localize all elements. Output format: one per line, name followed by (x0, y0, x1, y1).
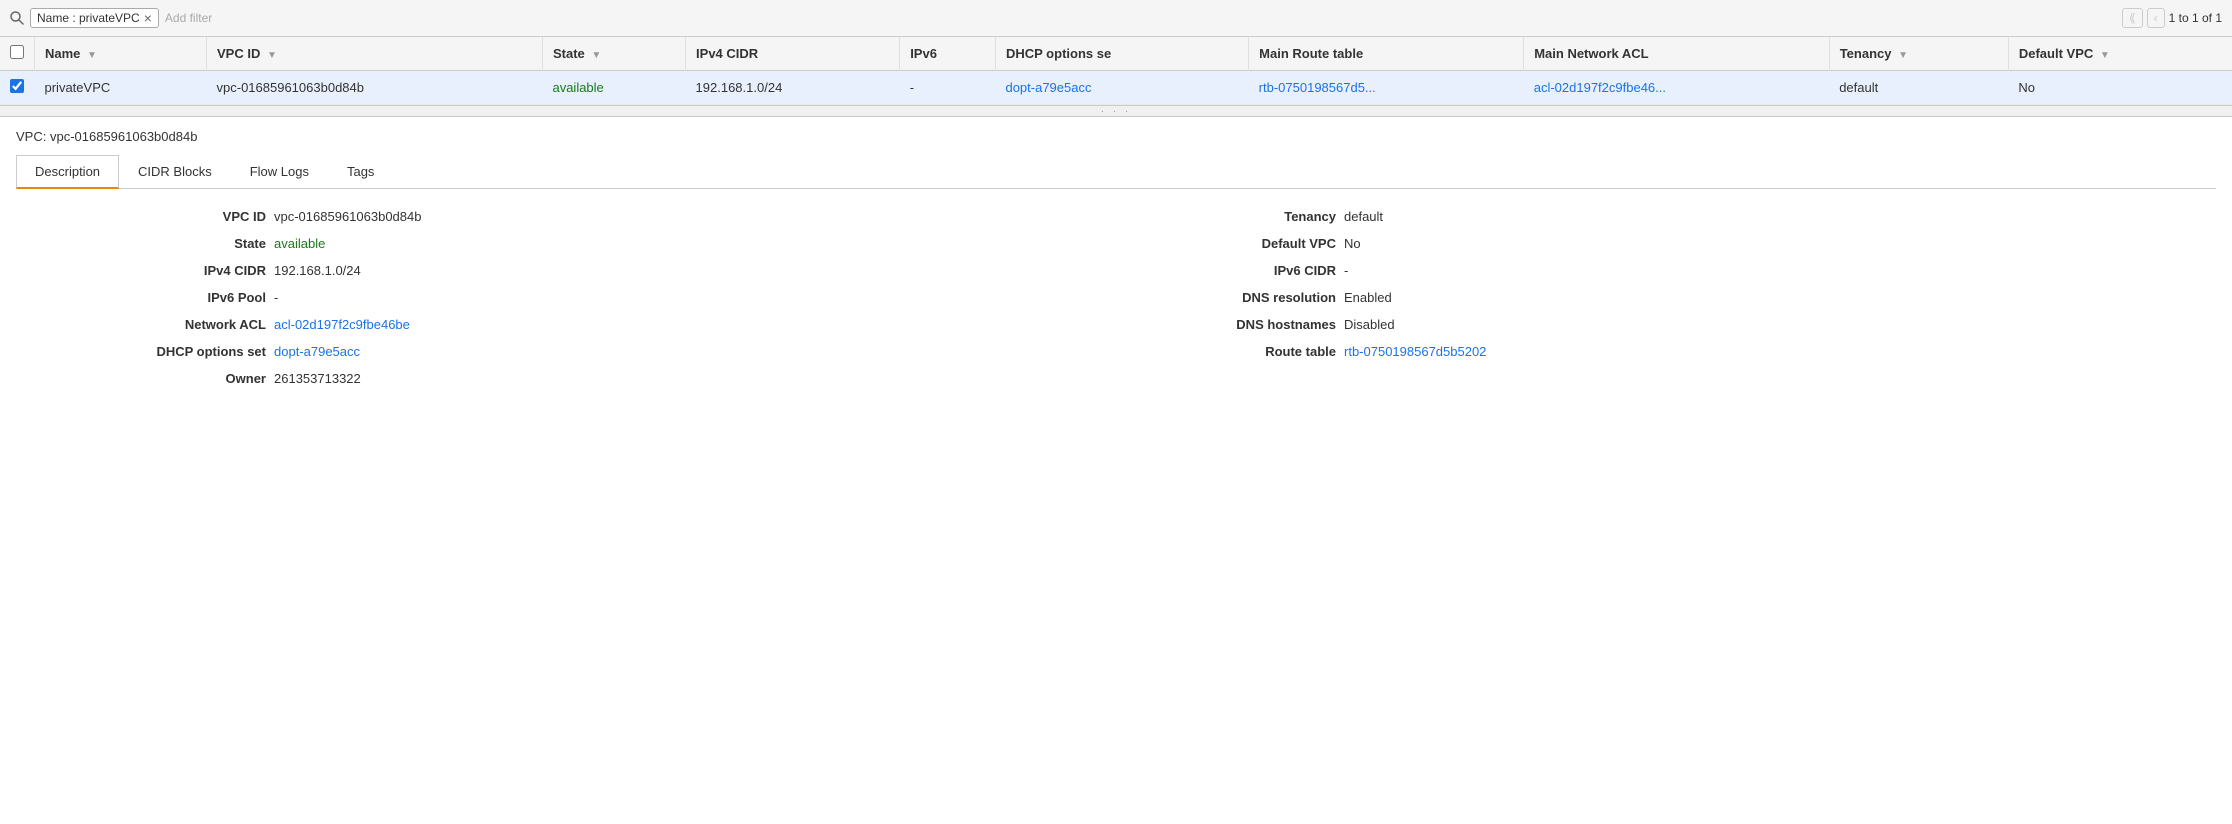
desc-value-default-vpc: No (1344, 236, 1361, 251)
col-header-name[interactable]: Name ▼ (35, 37, 207, 71)
desc-value-vpcid: vpc-01685961063b0d84b (274, 209, 421, 224)
desc-value-network-acl[interactable]: acl-02d197f2c9fbe46be (274, 317, 410, 332)
select-all-header[interactable] (0, 37, 35, 71)
desc-label-ipv6cidr: IPv6 CIDR (1186, 263, 1336, 278)
desc-row-route-table: Route table rtb-0750198567d5b5202 (1186, 344, 2176, 359)
vpc-table: Name ▼ VPC ID ▼ State ▼ IPv4 CIDR IPv6 D… (0, 37, 2232, 105)
first-page-button[interactable]: ⟪ (2122, 8, 2143, 28)
state-sort-icon: ▼ (591, 50, 601, 61)
desc-label-vpcid: VPC ID (116, 209, 266, 224)
description-content: VPC ID vpc-01685961063b0d84b State avail… (16, 189, 2216, 406)
row-main-acl-link[interactable]: acl-02d197f2c9fbe46... (1534, 80, 1666, 95)
divider-dots: · · · (1101, 106, 1132, 117)
desc-label-network-acl: Network ACL (116, 317, 266, 332)
desc-label-route-table: Route table (1186, 344, 1336, 359)
desc-value-ipv4cidr: 192.168.1.0/24 (274, 263, 361, 278)
name-sort-icon: ▼ (87, 50, 97, 61)
desc-value-dns-resolution: Enabled (1344, 290, 1392, 305)
desc-value-owner: 261353713322 (274, 371, 361, 386)
filter-tag: Name : privateVPC × (30, 8, 159, 28)
desc-row-dns-hostnames: DNS hostnames Disabled (1186, 317, 2176, 332)
row-main-route-link[interactable]: rtb-0750198567d5... (1259, 80, 1376, 95)
row-tenancy: default (1829, 71, 2008, 105)
desc-value-ipv6pool: - (274, 290, 278, 305)
row-default-vpc: No (2008, 71, 2232, 105)
desc-value-dhcp-options[interactable]: dopt-a79e5acc (274, 344, 360, 359)
table-row[interactable]: privateVPC vpc-01685961063b0d84b availab… (0, 71, 2232, 105)
row-state: available (542, 71, 685, 105)
desc-label-state: State (116, 236, 266, 251)
detail-vpc-id-value: vpc-01685961063b0d84b (50, 129, 197, 144)
row-main-acl[interactable]: acl-02d197f2c9fbe46... (1524, 71, 1829, 105)
tenancy-sort-icon: ▼ (1898, 50, 1908, 61)
col-header-dhcp: DHCP options se (995, 37, 1248, 71)
desc-row-dhcp-options: DHCP options set dopt-a79e5acc (116, 344, 1106, 359)
col-header-vpcid[interactable]: VPC ID ▼ (207, 37, 543, 71)
desc-label-default-vpc: Default VPC (1186, 236, 1336, 251)
divider-area: · · · (0, 105, 2232, 117)
desc-label-dhcp-options: DHCP options set (116, 344, 266, 359)
desc-row-ipv4cidr: IPv4 CIDR 192.168.1.0/24 (116, 263, 1106, 278)
tab-tags[interactable]: Tags (328, 155, 393, 189)
row-checkbox-cell[interactable] (0, 71, 35, 105)
desc-row-state: State available (116, 236, 1106, 251)
pagination-text: 1 to 1 of 1 (2169, 11, 2222, 25)
col-header-main-route: Main Route table (1249, 37, 1524, 71)
col-header-default-vpc[interactable]: Default VPC ▼ (2008, 37, 2232, 71)
vpcid-sort-icon: ▼ (267, 50, 277, 61)
row-main-route[interactable]: rtb-0750198567d5... (1249, 71, 1524, 105)
desc-row-ipv6cidr: IPv6 CIDR - (1186, 263, 2176, 278)
search-icon (10, 11, 24, 25)
desc-row-vpcid: VPC ID vpc-01685961063b0d84b (116, 209, 1106, 224)
pagination: ⟪ ‹ 1 to 1 of 1 (2122, 8, 2222, 28)
desc-label-ipv6pool: IPv6 Pool (116, 290, 266, 305)
col-header-tenancy[interactable]: Tenancy ▼ (1829, 37, 2008, 71)
desc-row-network-acl: Network ACL acl-02d197f2c9fbe46be (116, 317, 1106, 332)
desc-row-dns-resolution: DNS resolution Enabled (1186, 290, 2176, 305)
desc-row-owner: Owner 261353713322 (116, 371, 1106, 386)
row-dhcp-link[interactable]: dopt-a79e5acc (1005, 80, 1091, 95)
col-header-state[interactable]: State ▼ (542, 37, 685, 71)
desc-label-tenancy: Tenancy (1186, 209, 1336, 224)
detail-tabs: Description CIDR Blocks Flow Logs Tags (16, 154, 2216, 189)
desc-row-default-vpc: Default VPC No (1186, 236, 2176, 251)
row-state-value: available (552, 80, 603, 95)
row-dhcp[interactable]: dopt-a79e5acc (995, 71, 1248, 105)
row-ipv4cidr: 192.168.1.0/24 (686, 71, 900, 105)
desc-left-column: VPC ID vpc-01685961063b0d84b State avail… (16, 209, 1146, 386)
col-header-main-acl: Main Network ACL (1524, 37, 1829, 71)
filter-tag-remove[interactable]: × (144, 11, 152, 25)
tab-flow-logs[interactable]: Flow Logs (231, 155, 328, 189)
desc-value-state: available (274, 236, 325, 251)
desc-right-column: Tenancy default Default VPC No IPv6 CIDR… (1146, 209, 2216, 386)
col-header-ipv4cidr: IPv4 CIDR (686, 37, 900, 71)
table-header-row: Name ▼ VPC ID ▼ State ▼ IPv4 CIDR IPv6 D… (0, 37, 2232, 71)
detail-vpc-label: VPC: (16, 129, 46, 144)
desc-label-dns-hostnames: DNS hostnames (1186, 317, 1336, 332)
col-header-ipv6: IPv6 (900, 37, 996, 71)
desc-value-ipv6cidr: - (1344, 263, 1348, 278)
detail-panel: VPC: vpc-01685961063b0d84b Description C… (0, 117, 2232, 406)
tab-description[interactable]: Description (16, 155, 119, 189)
desc-value-dns-hostnames: Disabled (1344, 317, 1395, 332)
select-all-checkbox[interactable] (10, 45, 24, 59)
desc-label-ipv4cidr: IPv4 CIDR (116, 263, 266, 278)
detail-vpc-id-row: VPC: vpc-01685961063b0d84b (16, 129, 2216, 144)
row-name: privateVPC (35, 71, 207, 105)
desc-row-tenancy: Tenancy default (1186, 209, 2176, 224)
desc-value-tenancy: default (1344, 209, 1383, 224)
tab-cidr-blocks[interactable]: CIDR Blocks (119, 155, 231, 189)
row-ipv6: - (900, 71, 996, 105)
desc-label-owner: Owner (116, 371, 266, 386)
desc-row-ipv6pool: IPv6 Pool - (116, 290, 1106, 305)
prev-page-button[interactable]: ‹ (2147, 8, 2165, 28)
desc-value-route-table[interactable]: rtb-0750198567d5b5202 (1344, 344, 1486, 359)
desc-label-dns-resolution: DNS resolution (1186, 290, 1336, 305)
filter-tag-label: Name : privateVPC (37, 11, 140, 25)
defaultvpc-sort-icon: ▼ (2100, 50, 2110, 61)
add-filter-label[interactable]: Add filter (165, 11, 2116, 25)
row-checkbox[interactable] (10, 79, 24, 93)
search-bar: Name : privateVPC × Add filter ⟪ ‹ 1 to … (0, 0, 2232, 37)
row-vpcid: vpc-01685961063b0d84b (207, 71, 543, 105)
